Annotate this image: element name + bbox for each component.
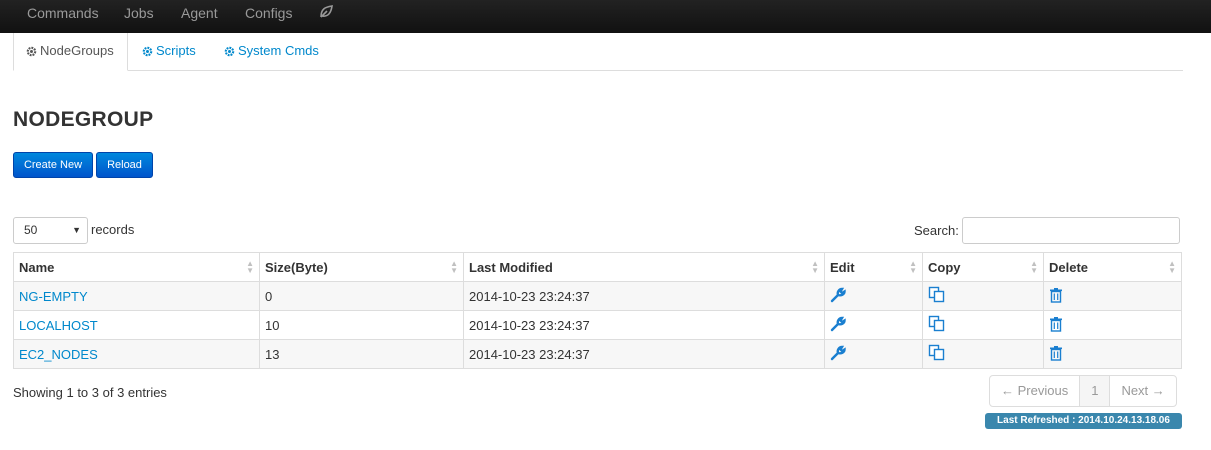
trash-icon[interactable]	[1049, 345, 1063, 361]
table-row: NG-EMPTY 0 2014-10-23 23:24:37	[13, 281, 1182, 311]
size-cell: 0	[259, 281, 464, 311]
nodegroup-link[interactable]: LOCALHOST	[19, 318, 98, 333]
tab-scripts[interactable]: Scripts	[142, 40, 196, 62]
tab-nodegroups[interactable]: NodeGroups	[13, 33, 128, 71]
nodegroup-link[interactable]: NG-EMPTY	[19, 289, 88, 304]
leaf-icon[interactable]	[319, 5, 333, 22]
wrench-icon[interactable]	[830, 287, 846, 303]
records-label: records	[91, 222, 135, 237]
next-button[interactable]: Next →	[1110, 376, 1175, 406]
nodegroup-table: Name ▲ ▼ Size(Byte) ▲ ▼ Last Modified ▲ ▼ Edit…	[13, 252, 1182, 369]
search-label: Search:	[914, 223, 959, 238]
modified-cell: 2014-10-23 23:24:37	[463, 281, 825, 311]
records-select-value: 50	[24, 223, 38, 237]
col-delete[interactable]: Delete ▲ ▼	[1043, 252, 1182, 282]
col-edit[interactable]: Edit ▲ ▼	[824, 252, 923, 282]
col-last-modified[interactable]: Last Modified ▲ ▼	[463, 252, 825, 282]
tab-label: System Cmds	[238, 43, 319, 58]
trash-icon[interactable]	[1049, 287, 1063, 303]
table-row: EC2_NODES 13 2014-10-23 23:24:37	[13, 339, 1182, 369]
nodegroup-link[interactable]: EC2_NODES	[19, 347, 98, 362]
tabs-divider	[13, 70, 1183, 71]
modified-cell: 2014-10-23 23:24:37	[463, 339, 825, 369]
sort-icon: ▲ ▼	[246, 259, 254, 275]
col-name[interactable]: Name ▲ ▼	[13, 252, 260, 282]
tab-label: NodeGroups	[40, 43, 114, 58]
sort-icon: ▲ ▼	[1168, 259, 1176, 275]
trash-icon[interactable]	[1049, 316, 1063, 332]
page-1-button[interactable]: 1	[1080, 376, 1111, 406]
gear-icon	[142, 46, 153, 57]
modified-cell: 2014-10-23 23:24:37	[463, 310, 825, 340]
gear-icon	[26, 46, 37, 57]
size-cell: 13	[259, 339, 464, 369]
nav-configs[interactable]: Configs	[245, 0, 292, 26]
sort-icon: ▲ ▼	[450, 259, 458, 275]
nav-jobs[interactable]: Jobs	[124, 0, 154, 26]
copy-icon[interactable]	[928, 286, 945, 303]
sort-icon: ▲ ▼	[811, 259, 819, 275]
wrench-icon[interactable]	[830, 316, 846, 332]
caret-down-icon: ▼	[72, 225, 81, 235]
table-info: Showing 1 to 3 of 3 entries	[13, 385, 167, 400]
col-copy[interactable]: Copy ▲ ▼	[922, 252, 1044, 282]
size-cell: 10	[259, 310, 464, 340]
records-select[interactable]: 50 ▼	[13, 217, 88, 244]
nav-agent[interactable]: Agent	[181, 0, 218, 26]
tab-system-cmds[interactable]: System Cmds	[224, 40, 319, 62]
table-row: LOCALHOST 10 2014-10-23 23:24:37	[13, 310, 1182, 340]
col-size[interactable]: Size(Byte) ▲ ▼	[259, 252, 464, 282]
copy-icon[interactable]	[928, 315, 945, 332]
sort-icon: ▲ ▼	[909, 259, 917, 275]
previous-button[interactable]: ← Previous	[990, 376, 1081, 406]
sort-icon: ▲ ▼	[1030, 259, 1038, 275]
page-title: NODEGROUP	[13, 108, 154, 131]
create-new-button[interactable]: Create New	[13, 152, 93, 178]
last-refreshed-badge: Last Refreshed : 2014.10.24.13.18.06	[985, 413, 1182, 429]
top-navbar: Commands Jobs Agent Configs	[0, 0, 1211, 33]
copy-icon[interactable]	[928, 344, 945, 361]
pagination: ← Previous 1 Next →	[989, 375, 1177, 407]
nav-commands[interactable]: Commands	[27, 0, 99, 26]
gear-icon	[224, 46, 235, 57]
search-input[interactable]	[962, 217, 1180, 244]
tab-label: Scripts	[156, 43, 196, 58]
wrench-icon[interactable]	[830, 345, 846, 361]
reload-button[interactable]: Reload	[96, 152, 153, 178]
